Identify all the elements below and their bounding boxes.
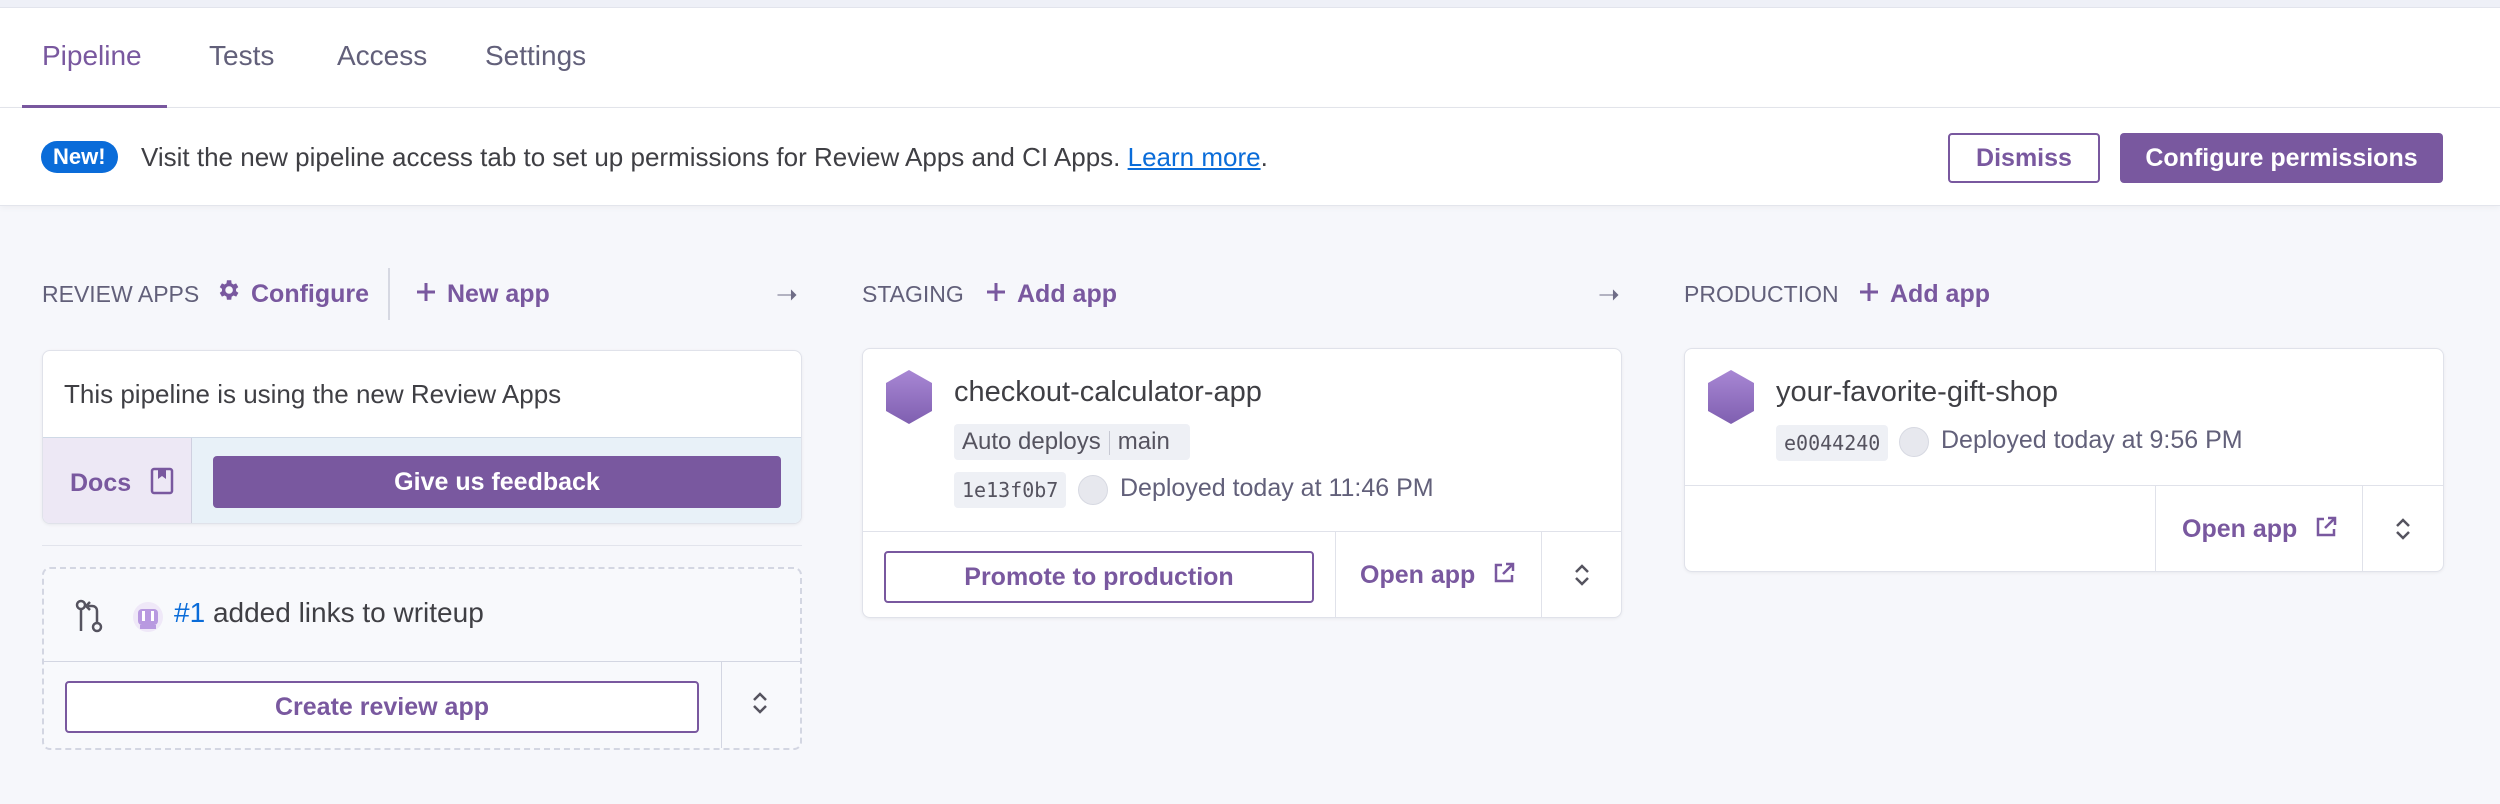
github-avatar-icon (132, 601, 164, 638)
review-divider (42, 545, 802, 546)
open-app-label: Open app (1360, 561, 1476, 590)
external-link-icon (2314, 515, 2338, 546)
staging-footer-divider-2 (1541, 532, 1542, 618)
top-bar (0, 0, 2500, 8)
pr-card-divider (44, 661, 800, 662)
new-app-button[interactable]: New app (415, 276, 550, 312)
production-add-app-button[interactable]: Add app (1858, 276, 1990, 312)
production-app-name[interactable]: your-favorite-gift-shop (1776, 376, 2058, 409)
production-card-divider (1685, 485, 2443, 486)
plus-icon (1858, 277, 1880, 313)
new-app-label: New app (447, 280, 550, 308)
arrow-right-icon: ➝ (1598, 279, 1620, 309)
new-badge: New! (41, 141, 118, 173)
user-avatar-icon (1899, 427, 1929, 457)
production-add-app-label: Add app (1890, 280, 1990, 308)
auto-deploys-label: Auto deploys (962, 428, 1101, 455)
dismiss-button[interactable]: Dismiss (1948, 133, 2100, 183)
configure-label: Configure (251, 280, 370, 308)
configure-review-apps-button[interactable]: Configure (215, 276, 369, 312)
review-app-pr-card: #1 added links to writeup Create review … (42, 567, 802, 750)
configure-permissions-button[interactable]: Configure permissions (2120, 133, 2443, 183)
banner-link-suffix: . (1260, 142, 1268, 172)
access-banner: New! Visit the new pipeline access tab t… (0, 108, 2500, 206)
auto-deploys-badge: Auto deploys main (954, 424, 1190, 460)
production-commit-hash[interactable]: e0044240 (1776, 425, 1888, 461)
banner-message: Visit the new pipeline access tab to set… (141, 141, 1268, 173)
staging-title: STAGING (862, 281, 964, 307)
review-apps-title: REVIEW APPS (42, 281, 200, 307)
give-feedback-button[interactable]: Give us feedback (213, 456, 781, 508)
review-apps-info-card: This pipeline is using the new Review Ap… (42, 350, 802, 524)
staging-app-card: checkout-calculator-app Auto deploys main… (862, 348, 1622, 618)
docs-label: Docs (70, 469, 132, 498)
learn-more-link[interactable]: Learn more (1128, 142, 1261, 172)
pr-card-vdivider (721, 662, 722, 748)
plus-icon (415, 277, 437, 313)
staging-footer-divider-1 (1335, 532, 1336, 618)
staging-app-name[interactable]: checkout-calculator-app (954, 376, 1262, 409)
pull-request-icon (74, 599, 104, 638)
production-open-app-link[interactable]: Open app (2182, 515, 2338, 546)
create-review-app-button[interactable]: Create review app (65, 681, 699, 733)
staging-deploy-status: Deployed today at 11:46 PM (1120, 474, 1434, 502)
user-avatar-icon (1078, 475, 1108, 505)
docs-divider (191, 438, 192, 523)
tab-pipeline[interactable]: Pipeline (42, 8, 142, 108)
pipeline-tabs: Pipeline Tests Access Settings (0, 8, 2500, 108)
banner-text: Visit the new pipeline access tab to set… (141, 142, 1128, 172)
arrow-right-icon: ➝ (776, 279, 798, 309)
app-hexagon-icon (1708, 370, 1754, 424)
header-divider (388, 268, 390, 320)
staging-card-divider (863, 531, 1621, 532)
tab-tests[interactable]: Tests (209, 8, 274, 108)
review-apps-info-text: This pipeline is using the new Review Ap… (64, 379, 562, 409)
open-app-label: Open app (2182, 515, 2298, 544)
docs-link[interactable]: Docs (70, 467, 174, 502)
tab-settings[interactable]: Settings (485, 8, 586, 108)
staging-commit-hash[interactable]: 1e13f0b7 (954, 472, 1066, 508)
badge-divider (1108, 430, 1110, 455)
production-app-card: your-favorite-gift-shop e0044240 Deploye… (1684, 348, 2444, 572)
production-footer-divider-2 (2362, 486, 2363, 572)
pr-summary: #1 added links to writeup (174, 597, 484, 629)
chevron-updown-icon[interactable] (750, 689, 770, 722)
chevron-updown-icon[interactable] (2393, 515, 2413, 548)
app-hexagon-icon (886, 370, 932, 424)
book-icon (150, 467, 174, 502)
chevron-updown-icon[interactable] (1572, 561, 1592, 594)
external-link-icon (1492, 561, 1516, 592)
promote-to-production-button[interactable]: Promote to production (884, 551, 1314, 603)
staging-open-app-link[interactable]: Open app (1360, 561, 1516, 592)
plus-icon (985, 277, 1007, 313)
pr-number-link[interactable]: #1 (174, 597, 205, 628)
staging-add-app-label: Add app (1017, 280, 1117, 308)
gear-icon (215, 277, 241, 313)
pr-title: added links to writeup (212, 597, 484, 628)
tab-access[interactable]: Access (337, 8, 427, 108)
production-title: PRODUCTION (1684, 281, 1839, 307)
production-footer-divider-1 (2155, 486, 2156, 572)
staging-add-app-button[interactable]: Add app (985, 276, 1117, 312)
branch-name: main (1117, 428, 1170, 455)
production-deploy-status: Deployed today at 9:56 PM (1941, 426, 2243, 454)
